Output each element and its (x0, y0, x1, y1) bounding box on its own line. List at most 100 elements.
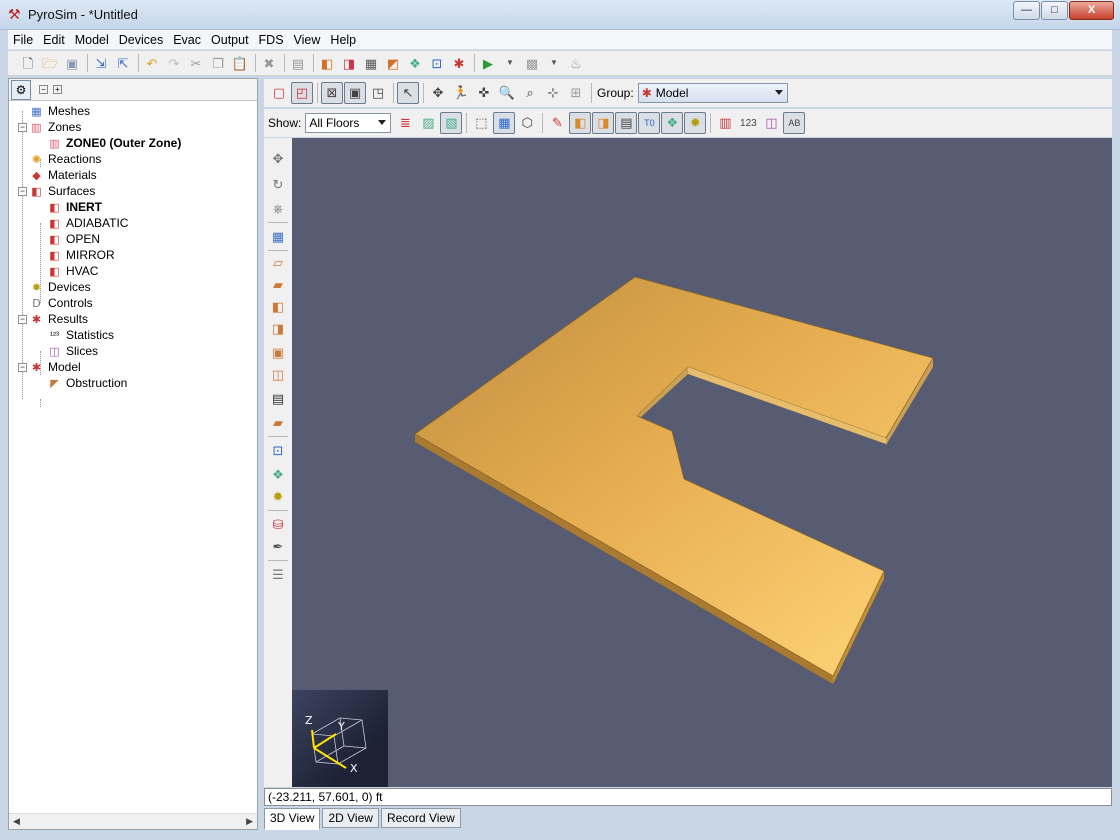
draw-hole-icon[interactable]: ◫ (268, 366, 288, 384)
show-t0-icon[interactable]: T0 (638, 112, 661, 134)
pan-tool-icon[interactable]: ✜ (473, 82, 495, 104)
orbit-handle-icon[interactable]: ✥ (268, 150, 288, 168)
draw-block-icon[interactable]: ▣ (268, 344, 288, 362)
results-dropdown-icon[interactable]: ▼ (544, 53, 564, 73)
tree-item-controls[interactable]: ᗞ Controls (29, 295, 92, 311)
show-mesh-lines-icon[interactable]: ⬡ (516, 112, 538, 134)
orbit-tool-icon[interactable]: ✥ (427, 82, 449, 104)
paste-icon[interactable]: 📋 (230, 53, 250, 73)
select-tool-icon[interactable]: ↖ (397, 82, 419, 104)
filter-toggle-icon[interactable]: ⚙ (11, 79, 31, 100)
menu-output[interactable]: Output (206, 30, 254, 50)
tree-item-model[interactable]: ✱ Model (29, 359, 81, 375)
paint-bucket-icon[interactable]: ⛁ (268, 516, 288, 534)
slab-top-face[interactable] (414, 276, 934, 677)
show-particles-icon[interactable]: ❖ (661, 112, 684, 134)
expand-toggle-model[interactable]: − (18, 363, 27, 372)
show-obstructions-icon[interactable]: ◧ (569, 112, 592, 134)
copy-icon[interactable]: ❐ (208, 53, 228, 73)
collapse-all-icon[interactable]: − (39, 85, 48, 94)
draw-wall-outline-icon[interactable]: ◨ (268, 320, 288, 338)
t0-toolbar-icon[interactable]: ⊡ (427, 53, 447, 73)
solid-view-icon[interactable]: ◰ (291, 82, 313, 104)
expand-toggle-surfaces[interactable]: − (18, 187, 27, 196)
hide-outline-icon[interactable]: ⊠ (321, 82, 343, 104)
draw-vent-icon[interactable]: ▤ (268, 390, 288, 408)
draw-device-icon[interactable]: ✹ (268, 488, 288, 506)
floor-settings-icon[interactable]: ≣ (394, 112, 416, 134)
zoom-tool-icon[interactable]: 🔍 (496, 82, 518, 104)
tree-item-zone0[interactable]: ▥ ZONE0 (Outer Zone) (47, 135, 181, 151)
roam-tool-icon[interactable]: 🏃 (450, 82, 472, 104)
draw-particle-icon[interactable]: ❖ (268, 466, 288, 484)
background-image-icon[interactable]: ▨ (417, 112, 439, 134)
new-vent-icon[interactable]: ▦ (361, 53, 381, 73)
new-hole-icon[interactable]: ◨ (339, 53, 359, 73)
tab-2d-view[interactable]: 2D View (322, 808, 379, 828)
scroll-left-icon[interactable]: ◀ (13, 816, 20, 827)
run-simulation-icon[interactable]: ▶ (478, 53, 498, 73)
group-select[interactable]: ✱ Model (637, 83, 788, 103)
new-file-icon[interactable]: 🗋 (18, 53, 38, 73)
tab-record-view[interactable]: Record View (380, 808, 461, 828)
menu-evac[interactable]: Evac (168, 30, 206, 50)
show-slices-icon[interactable]: ◫ (760, 112, 782, 134)
cut-icon[interactable]: ✂ (186, 53, 206, 73)
undo-icon[interactable]: ↶ (142, 53, 162, 73)
menu-edit[interactable]: Edit (38, 30, 70, 50)
tree-item-results[interactable]: ✱ Results (29, 311, 88, 327)
show-holes-icon[interactable]: ◨ (592, 112, 615, 134)
mirror-icon[interactable]: ⎈ (268, 200, 288, 218)
delete-icon[interactable]: ✖ (259, 53, 279, 73)
show-vents-icon[interactable]: ▤ (615, 112, 638, 134)
tree-item-slices[interactable]: ◫ Slices (47, 343, 98, 359)
show-statistics-icon[interactable]: 123 (737, 112, 759, 134)
tree-item-adiabatic[interactable]: ◧ ADIABATIC (47, 215, 128, 231)
maximize-button[interactable]: □ (1041, 1, 1068, 20)
expand-toggle-zones[interactable]: − (18, 123, 27, 132)
show-meshes-icon[interactable]: ▦ (493, 112, 516, 134)
draw-slab-icon[interactable]: ▱ (268, 254, 288, 272)
export-icon[interactable]: ⇱ (113, 53, 133, 73)
tree-item-hvac[interactable]: ◧ HVAC (47, 263, 98, 279)
draw-mesh-icon[interactable]: ▦ (268, 228, 288, 246)
import-icon[interactable]: ⇲ (91, 53, 111, 73)
menu-model[interactable]: Model (70, 30, 114, 50)
redo-icon[interactable]: ↷ (164, 53, 184, 73)
show-zones-icon[interactable]: ▥ (714, 112, 736, 134)
draw-wall-icon[interactable]: ◧ (268, 298, 288, 316)
properties-icon[interactable]: ▤ (288, 53, 308, 73)
tree-item-reactions[interactable]: ✺ Reactions (29, 151, 101, 167)
tree-item-inert[interactable]: ◧ INERT (47, 199, 102, 215)
menu-help[interactable]: Help (325, 30, 361, 50)
expand-all-icon[interactable]: + (53, 85, 62, 94)
tree-item-obstruction[interactable]: ◤ Obstruction (47, 375, 127, 391)
menu-devices[interactable]: Devices (114, 30, 168, 50)
results-icon[interactable]: ▩ (522, 53, 542, 73)
reset-view-icon[interactable]: ⊹ (542, 82, 564, 104)
floor-select[interactable]: All Floors (305, 113, 392, 133)
tab-3d-view[interactable]: 3D View (264, 808, 321, 830)
eyedropper-icon[interactable]: ✒ (268, 538, 288, 556)
open-folder-icon[interactable]: 🗁 (40, 53, 60, 73)
tree-item-open[interactable]: ◧ OPEN (47, 231, 100, 247)
tree-item-meshes[interactable]: ▦ Meshes (29, 103, 90, 119)
show-doors-icon[interactable]: ✎ (546, 112, 568, 134)
draw-t0-icon[interactable]: ⊡ (268, 442, 288, 460)
toolbar-options-icon[interactable]: ☰ (268, 566, 288, 584)
show-image-icon[interactable]: ▧ (440, 112, 463, 134)
new-slice-icon[interactable]: ◩ (383, 53, 403, 73)
outline-icon[interactable]: ▣ (344, 82, 366, 104)
close-button[interactable]: X (1069, 1, 1114, 20)
minimize-button[interactable]: — (1013, 1, 1040, 20)
show-devices-icon[interactable]: ✹ (684, 112, 707, 134)
zoom-fit-icon[interactable]: ⊞ (565, 82, 587, 104)
wireframe-view-icon[interactable]: ▢ (268, 82, 290, 104)
tree-item-materials[interactable]: ◆ Materials (29, 167, 96, 183)
run-dropdown-icon[interactable]: ▼ (500, 53, 520, 73)
show-grid-icon[interactable]: ⬚ (470, 112, 492, 134)
new-obstruction-icon[interactable]: ◧ (317, 53, 337, 73)
shaded-outline-icon[interactable]: ◳ (367, 82, 389, 104)
new-device-icon[interactable]: ❖ (405, 53, 425, 73)
smokeview-icon[interactable]: ♨ (566, 53, 586, 73)
